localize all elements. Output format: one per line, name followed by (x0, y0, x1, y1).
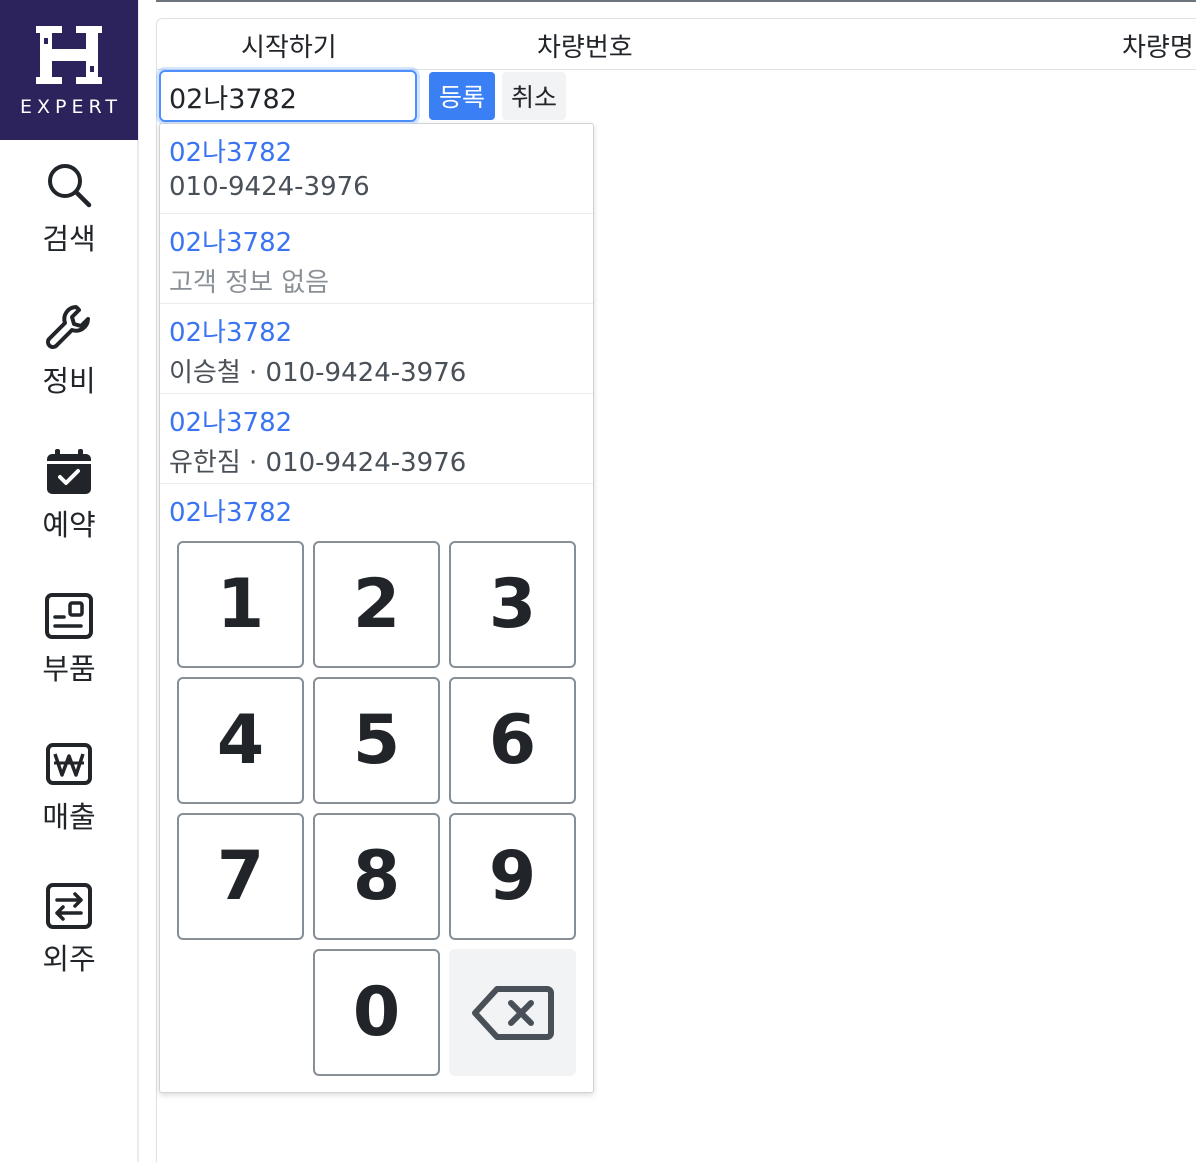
calendar-check-icon (47, 449, 91, 494)
brand-logo-text: EXPERT (20, 96, 122, 118)
sidebar-item-reservation[interactable]: 예약 (0, 446, 138, 544)
sidebar-item-maintenance[interactable]: 정비 (0, 302, 138, 400)
h-logo-icon (36, 26, 102, 84)
swap-arrows-icon (46, 883, 92, 929)
backspace-icon (471, 985, 554, 1040)
suggestion-plate: 02나3782 (169, 138, 293, 168)
suggestion-item[interactable]: 02나3782 고객 정보 없음 (160, 214, 593, 304)
keypad-key-8[interactable]: 8 (313, 813, 440, 940)
keypad-key-2[interactable]: 2 (313, 541, 440, 668)
sidebar-item-sales[interactable]: 매출 (0, 738, 138, 836)
plate-number-input[interactable] (159, 70, 417, 122)
sidebar-item-label: 부품 (42, 652, 96, 686)
search-icon (48, 164, 92, 208)
sidebar-item-label: 정비 (42, 364, 96, 398)
keypad-key-7[interactable]: 7 (177, 813, 304, 940)
plate-suggestion-dropdown: 02나3782 010-9424-3976 02나3782 고객 정보 없음 0… (159, 123, 594, 1093)
app-root: EXPERT 검색 정비 예약 부품 매출 외주 시작하기 차량번호 차량명 0… (0, 0, 1196, 1162)
suggestion-detail: 고객 정보 없음 (169, 268, 330, 298)
suggestion-detail: 이승철 · 010-9424-3976 (169, 358, 467, 388)
suggestion-plate: 02나3782 (169, 498, 293, 528)
sidebar-item-label: 매출 (42, 800, 96, 834)
keypad-backspace-key[interactable] (449, 949, 576, 1076)
suggestion-detail: 010-9424-3976 (169, 172, 370, 202)
keypad-key-9[interactable]: 9 (449, 813, 576, 940)
column-header-start[interactable]: 시작하기 (241, 27, 337, 64)
wrench-icon (46, 305, 90, 349)
main-content: 시작하기 차량번호 차량명 등록 취소 02나3782 010-9424-397… (156, 0, 1196, 1162)
suggestion-item[interactable]: 02나3782 (160, 484, 593, 534)
top-divider (156, 0, 1196, 2)
suggestion-detail: 유한짐 · 010-9424-3976 (169, 448, 467, 478)
brand-logo[interactable]: EXPERT (0, 0, 138, 140)
suggestion-plate: 02나3782 (169, 318, 293, 348)
sidebar-item-label: 검색 (42, 222, 96, 256)
suggestion-item[interactable]: 02나3782 010-9424-3976 (160, 124, 593, 214)
suggestion-plate: 02나3782 (169, 408, 293, 438)
sidebar: EXPERT 검색 정비 예약 부품 매출 외주 (0, 0, 139, 1162)
table-left-border (156, 70, 157, 1162)
column-header-plate[interactable]: 차량번호 (537, 27, 633, 64)
won-sign-icon (46, 743, 92, 785)
keypad-key-4[interactable]: 4 (177, 677, 304, 804)
keypad-key-0[interactable]: 0 (313, 949, 440, 1076)
sidebar-item-outsource[interactable]: 외주 (0, 880, 138, 978)
keypad-key-6[interactable]: 6 (449, 677, 576, 804)
sidebar-item-search[interactable]: 검색 (0, 160, 138, 258)
keypad-key-1[interactable]: 1 (177, 541, 304, 668)
sidebar-item-label: 외주 (42, 942, 96, 976)
numeric-keypad: 1 2 3 4 5 6 7 8 9 0 (177, 541, 577, 1077)
suggestion-item[interactable]: 02나3782 이승철 · 010-9424-3976 (160, 304, 593, 394)
sidebar-item-parts[interactable]: 부품 (0, 590, 138, 688)
keypad-key-5[interactable]: 5 (313, 677, 440, 804)
sidebar-item-label: 예약 (42, 508, 96, 542)
table-header: 시작하기 차량번호 차량명 (156, 18, 1196, 70)
keypad-key-3[interactable]: 3 (449, 541, 576, 668)
cancel-button[interactable]: 취소 (502, 72, 566, 120)
suggestion-item[interactable]: 02나3782 유한짐 · 010-9424-3976 (160, 394, 593, 484)
register-button[interactable]: 등록 (429, 72, 495, 120)
column-header-vehicle-name[interactable]: 차량명 (1122, 27, 1194, 64)
suggestion-plate: 02나3782 (169, 228, 293, 258)
parts-card-icon (45, 593, 93, 639)
